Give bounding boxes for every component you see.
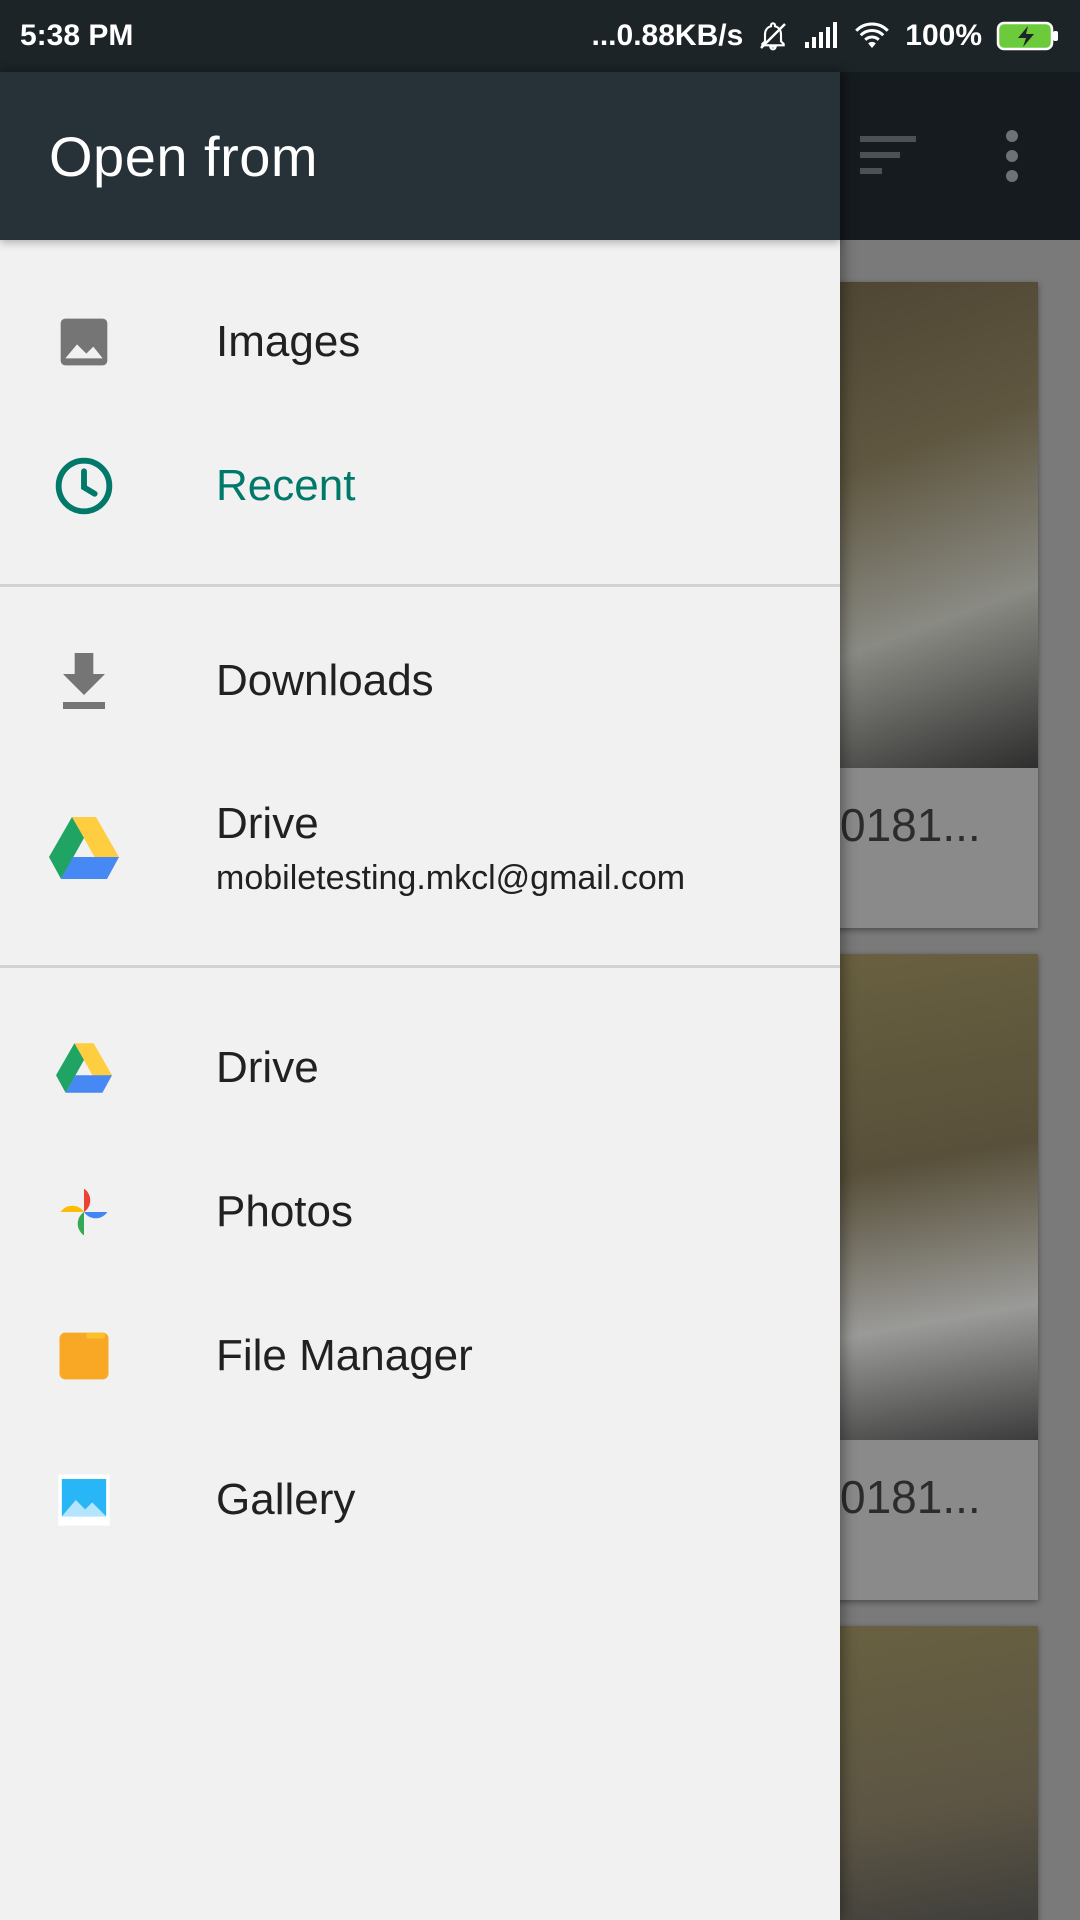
download-icon	[48, 645, 120, 717]
drawer-item-account-email: mobiletesting.mkcl@gmail.com	[216, 858, 686, 897]
drawer-section-local: Images Recent	[0, 240, 840, 584]
drawer-title: Open from	[49, 124, 319, 188]
gallery-icon	[48, 1464, 120, 1536]
drawer-section-apps: Drive Photos File Manager Gallery	[0, 968, 840, 1572]
drawer-item-images[interactable]: Images	[0, 270, 840, 414]
status-indicators: ...0.88KB/s 100%	[592, 19, 1060, 53]
drawer-item-drive[interactable]: Drive	[0, 996, 840, 1140]
drawer-item-gallery[interactable]: Gallery	[0, 1428, 840, 1572]
folder-icon	[48, 1320, 120, 1392]
drawer-item-label: Recent	[216, 461, 356, 510]
signal-icon	[803, 22, 839, 50]
google-photos-icon	[48, 1176, 120, 1248]
drawer-item-label: Drive	[216, 798, 319, 848]
drawer-item-downloads[interactable]: Downloads	[0, 609, 840, 753]
drawer-item-label: Gallery	[216, 1475, 356, 1524]
drawer-item-drive-account[interactable]: Drive mobiletesting.mkcl@gmail.com	[0, 753, 840, 943]
more-vert-icon[interactable]	[1000, 130, 1024, 187]
sort-icon[interactable]	[860, 136, 916, 181]
battery-percent: 100%	[905, 19, 982, 52]
drawer-item-label: Downloads	[216, 656, 434, 705]
google-drive-icon	[48, 1032, 120, 1104]
muted-bell-icon	[757, 20, 789, 52]
status-bar: 5:38 PM ...0.88KB/s 100%	[0, 0, 1080, 72]
drawer-item-recent[interactable]: Recent	[0, 414, 840, 558]
image-icon	[48, 306, 120, 378]
drawer-section-storage: Downloads Drive mobiletesting.mkcl@gmail…	[0, 587, 840, 965]
network-speed: ...0.88KB/s	[591, 19, 744, 52]
drawer-header: Open from	[0, 72, 840, 240]
clock-icon	[48, 450, 120, 522]
open-from-drawer: Open from Images Recent Downloads Drive …	[0, 72, 840, 1920]
drawer-item-photos[interactable]: Photos	[0, 1140, 840, 1284]
drawer-item-file-manager[interactable]: File Manager	[0, 1284, 840, 1428]
wifi-icon	[853, 21, 891, 51]
status-time: 5:38 PM	[20, 19, 134, 52]
drawer-item-label: Images	[216, 317, 361, 366]
google-drive-icon	[48, 812, 120, 884]
drawer-item-label: File Manager	[216, 1331, 473, 1380]
drawer-item-label: Drive	[216, 1043, 319, 1092]
battery-charging-icon	[996, 20, 1060, 52]
drawer-item-label: Photos	[216, 1187, 353, 1236]
